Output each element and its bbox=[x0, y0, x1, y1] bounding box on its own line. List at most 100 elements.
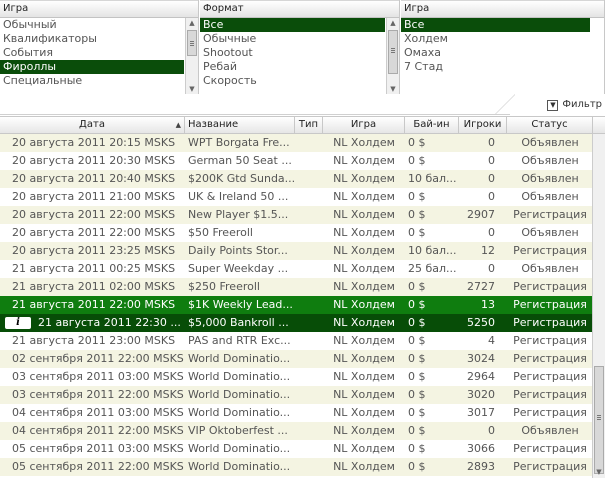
cell-name: $200K Gtd Sunda... bbox=[188, 172, 295, 185]
filter-item[interactable]: Омаха bbox=[401, 46, 590, 60]
scroll-thumb[interactable] bbox=[187, 30, 197, 56]
table-row[interactable]: 03 сентября 2011 22:00 MSKS World Dominat… bbox=[0, 386, 593, 404]
scroll-up-icon[interactable]: ▲ bbox=[186, 18, 198, 28]
scroll-thumb[interactable] bbox=[594, 366, 604, 474]
cell-name: Daily Points Stor... bbox=[188, 244, 288, 257]
cell-game: NL Холдем bbox=[333, 334, 395, 347]
scroll-down-icon[interactable]: ▼ bbox=[593, 468, 605, 478]
column-header-players[interactable]: Игроки bbox=[459, 117, 507, 133]
filter-scrollbar[interactable]: ▲ ▼ bbox=[185, 18, 198, 94]
cell-type bbox=[295, 242, 323, 260]
cell-name: WPT Borgata Fre... bbox=[188, 136, 290, 149]
cell-name: New Player $1.5... bbox=[188, 208, 289, 221]
cell-name: UK & Ireland 50 ... bbox=[188, 190, 289, 203]
cell-game: NL Холдем bbox=[333, 208, 395, 221]
info-icon[interactable]: i bbox=[5, 317, 31, 329]
cell-date: 20 августа 2011 23:25 MSKS bbox=[12, 244, 176, 257]
column-header-game[interactable]: Игра bbox=[323, 117, 405, 133]
cell-status: Регистрация bbox=[513, 442, 587, 455]
cell-date: 20 августа 2011 20:40 MSKS bbox=[12, 172, 176, 185]
cell-type bbox=[295, 134, 323, 152]
cell-name: World Dominatio... bbox=[188, 442, 291, 455]
cell-type bbox=[295, 278, 323, 296]
table-row[interactable]: 20 августа 2011 22:00 MSKS $50 Freeroll NL… bbox=[0, 224, 593, 242]
table-row[interactable]: 03 сентября 2011 03:00 MSKS World Dominat… bbox=[0, 368, 593, 386]
cell-type bbox=[295, 152, 323, 170]
cell-buyin: 0 $ bbox=[408, 406, 426, 419]
cell-type bbox=[295, 224, 323, 242]
cell-type bbox=[295, 314, 323, 332]
cell-buyin: 0 $ bbox=[408, 190, 426, 203]
filter-item[interactable]: Обычный bbox=[0, 18, 184, 32]
table-row[interactable]: 21 августа 2011 02:00 MSKS $250 Freeroll N… bbox=[0, 278, 593, 296]
filter-item[interactable]: Специальные bbox=[0, 74, 184, 88]
table-scrollbar[interactable]: ▼ bbox=[592, 134, 605, 478]
table-row[interactable]: 20 августа 2011 20:15 MSKS WPT Borgata Fr… bbox=[0, 134, 593, 152]
cell-players: 3024 bbox=[467, 352, 495, 365]
cell-status: Объявлен bbox=[521, 172, 579, 185]
table-row[interactable]: 20 августа 2011 21:00 MSKS UK & Ireland 5… bbox=[0, 188, 593, 206]
filter-item[interactable]: События bbox=[0, 46, 184, 60]
cell-game: NL Холдем bbox=[333, 406, 395, 419]
filter-item-selected[interactable]: Все bbox=[401, 18, 590, 32]
cell-players: 5250 bbox=[467, 316, 495, 329]
cell-buyin: 0 $ bbox=[408, 442, 426, 455]
cell-status: Регистрация bbox=[513, 334, 587, 347]
table-row[interactable]: 21 августа 2011 23:00 MSKS PAS and RTR Ex… bbox=[0, 332, 593, 350]
cell-buyin: 0 $ bbox=[408, 226, 426, 239]
table-row[interactable]: 20 августа 2011 20:30 MSKS German 50 Seat… bbox=[0, 152, 593, 170]
table-header: Дата ▲ Название Тип Игра Бай-ин Игроки С… bbox=[0, 116, 605, 134]
cell-game: NL Холдем bbox=[333, 244, 395, 257]
column-header-type[interactable]: Тип bbox=[295, 117, 323, 133]
table-row[interactable]: 21 августа 2011 00:25 MSKS Super Weekday … bbox=[0, 260, 593, 278]
filter-item[interactable]: Холдем bbox=[401, 32, 590, 46]
table-row[interactable]: 04 сентября 2011 22:00 MSKS VIP Oktoberfe… bbox=[0, 422, 593, 440]
filter-button[interactable]: ▼ Фильтр bbox=[547, 98, 602, 112]
table-row[interactable]: 20 августа 2011 22:00 MSKS New Player $1.… bbox=[0, 206, 593, 224]
cell-players: 12 bbox=[481, 244, 495, 257]
cell-type bbox=[295, 386, 323, 404]
cell-players: 3066 bbox=[467, 442, 495, 455]
cell-buyin: 0 $ bbox=[408, 370, 426, 383]
table-row[interactable]: 04 сентября 2011 03:00 MSKS World Dominat… bbox=[0, 404, 593, 422]
cell-status: Регистрация bbox=[513, 406, 587, 419]
scroll-down-icon[interactable]: ▼ bbox=[387, 84, 399, 94]
table-row[interactable]: 20 августа 2011 23:25 MSKS Daily Points S… bbox=[0, 242, 593, 260]
filter-item[interactable]: Квалификаторы bbox=[0, 32, 184, 46]
filter-item[interactable]: Ребай bbox=[200, 60, 385, 74]
filter-item[interactable]: 7 Стад bbox=[401, 60, 590, 74]
column-header-date[interactable]: Дата ▲ bbox=[0, 117, 185, 133]
cell-date: 20 августа 2011 22:00 MSKS bbox=[12, 208, 176, 221]
filter-item[interactable]: Shootout bbox=[200, 46, 385, 60]
cell-status: Регистрация bbox=[513, 388, 587, 401]
table-row[interactable]: 05 сентября 2011 22:00 MSKS World Dominat… bbox=[0, 458, 593, 476]
cell-name: $250 Freeroll bbox=[188, 280, 260, 293]
scroll-up-icon[interactable]: ▲ bbox=[387, 18, 399, 28]
filter-item-selected[interactable]: Фироллы bbox=[0, 60, 184, 74]
sort-arrow-icon: ▲ bbox=[175, 121, 181, 129]
cell-date: 02 сентября 2011 22:00 MSKS bbox=[12, 352, 184, 365]
tournament-table: Дата ▲ Название Тип Игра Бай-ин Игроки С… bbox=[0, 116, 605, 478]
filter-item-selected[interactable]: Все bbox=[200, 18, 385, 32]
table-row[interactable]: 02 сентября 2011 22:00 MSKS World Dominat… bbox=[0, 350, 593, 368]
scroll-down-icon[interactable]: ▼ bbox=[186, 84, 198, 94]
scroll-thumb[interactable] bbox=[388, 30, 398, 74]
cell-date: 21 августа 2011 22:00 MSKS bbox=[12, 298, 176, 311]
column-header-name[interactable]: Название bbox=[185, 117, 295, 133]
filter-item[interactable]: Скорость bbox=[200, 74, 385, 88]
cell-buyin: 25 бал... bbox=[408, 262, 457, 275]
table-row[interactable]: i 21 августа 2011 22:30 ... $5,000 Bankrol… bbox=[0, 314, 593, 332]
column-header-buyin[interactable]: Бай-ин bbox=[405, 117, 459, 133]
column-header-status[interactable]: Статус bbox=[507, 117, 593, 133]
table-row[interactable]: 05 сентября 2011 03:00 MSKS World Dominat… bbox=[0, 440, 593, 458]
filter-item[interactable]: Обычные bbox=[200, 32, 385, 46]
table-row[interactable]: 21 августа 2011 22:00 MSKS $1K Weekly Lea… bbox=[0, 296, 593, 314]
cell-players: 2893 bbox=[467, 460, 495, 473]
cell-game: NL Холдем bbox=[333, 136, 395, 149]
table-row[interactable]: 20 августа 2011 20:40 MSKS $200K Gtd Sund… bbox=[0, 170, 593, 188]
cell-game: NL Холдем bbox=[333, 154, 395, 167]
cell-players: 3020 bbox=[467, 388, 495, 401]
filter-scrollbar[interactable]: ▲ ▼ bbox=[386, 18, 399, 94]
cell-buyin: 0 $ bbox=[408, 298, 426, 311]
cell-players: 0 bbox=[488, 424, 495, 437]
